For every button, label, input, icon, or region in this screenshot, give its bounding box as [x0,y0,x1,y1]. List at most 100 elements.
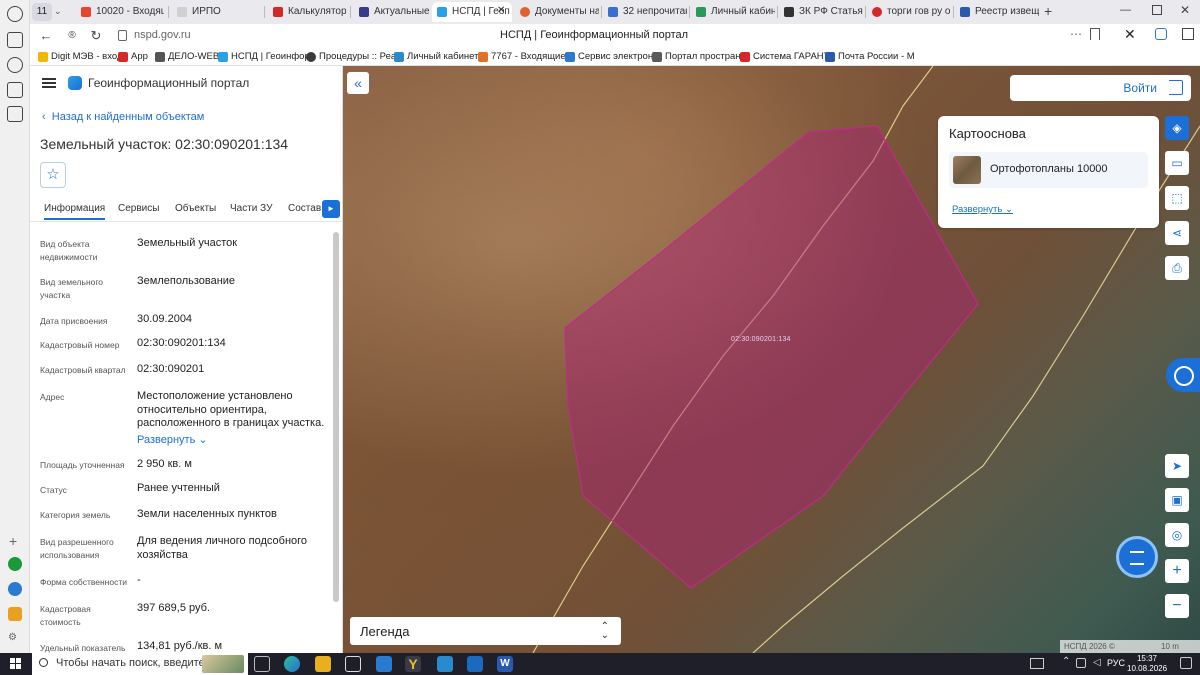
tab-parts[interactable]: Части ЗУ [230,203,272,214]
tab-3[interactable]: Актуальные зак [354,2,430,22]
reader-icon[interactable]: ® [64,28,80,44]
browser-sidebar: + ⚙ [0,0,30,653]
zoom-in-button[interactable]: + [1165,559,1189,583]
panel-scrollbar[interactable] [333,232,339,602]
favorite-star-icon[interactable]: ☆ [40,162,66,188]
task-view-icon[interactable] [254,656,270,672]
calendar-icon[interactable] [7,82,23,98]
bookmark-icon[interactable] [1090,28,1100,40]
taskbar-search[interactable]: Чтобы начать поиск, введите [32,653,248,675]
app-icon[interactable] [437,656,453,672]
network-icon[interactable] [1076,658,1086,668]
app-orange-icon[interactable] [8,607,22,621]
bookmark-icon [38,52,48,62]
collapse-panel-button[interactable]: « [347,72,369,94]
land-parcel-polygon[interactable] [564,125,979,589]
back-to-results-link[interactable]: ‹ Назад к найденным объектам [42,111,204,123]
app-blue-icon[interactable] [8,582,22,596]
bookmark-item[interactable]: 7767 - Входящие [478,49,566,64]
close-window-icon[interactable]: ✕ [1180,3,1190,17]
layers-tool-icon[interactable]: ◈ [1165,116,1189,140]
bookmark-item[interactable]: Процедуры :: Реа [306,49,396,64]
tab-objects[interactable]: Объекты [175,203,216,214]
map-view[interactable]: 02:30:090201:134 « Войти Картооснова Орт… [343,66,1200,653]
collections-icon[interactable] [7,32,23,48]
settings-icon[interactable]: ⚙ [8,632,22,646]
bookmark-item[interactable]: Digit МЭВ - вход [38,49,122,64]
login-button[interactable]: Войти [1010,75,1191,101]
apps-icon[interactable] [7,106,23,122]
tab-1[interactable]: ИРПО [172,2,260,22]
mail-icon[interactable] [376,656,392,672]
basemap-expand-link[interactable]: Развернуть ⌄ [952,204,1013,215]
tab-10[interactable]: Реестр извеще [955,2,1039,22]
store-icon[interactable] [345,656,361,672]
tab-9[interactable]: торги гов ру оф [867,2,951,22]
locate-me-icon[interactable]: ➤ [1165,454,1189,478]
word-icon[interactable]: W [497,656,513,672]
notifications-icon[interactable] [1180,657,1192,669]
tab-6[interactable]: 32 непрочитан [603,2,687,22]
minimize-icon[interactable]: — [1120,4,1131,16]
select-area-tool-icon[interactable]: ⬚ [1165,186,1189,210]
share-icon[interactable]: ⋖ [1165,221,1189,245]
history-icon[interactable] [7,6,23,22]
windows-start-icon[interactable] [10,658,22,670]
play-icon[interactable] [7,57,23,73]
menu-icon[interactable] [42,78,56,88]
chat-assistant-icon[interactable] [1116,536,1158,578]
system-clock[interactable]: 15:37 10.08.2026 [1127,654,1167,674]
zoom-out-button[interactable]: − [1165,594,1189,618]
basemap-option[interactable]: Ортофотопланы 10000 [949,152,1148,188]
file-explorer-icon[interactable] [315,656,331,672]
bookmark-item[interactable]: НСПД | Геоинфор [218,49,310,64]
field-label: Вид земельного участка [40,277,104,300]
bookmark-item[interactable]: Почта России - М [825,49,915,64]
print-icon[interactable]: ⎙ [1165,256,1189,280]
bookmark-item[interactable]: App [118,49,148,64]
bookmark-item[interactable]: ДЕЛО-WEB [155,49,219,64]
volume-icon[interactable]: ◁ [1093,657,1101,668]
refresh-icon[interactable]: ↻ [88,28,104,44]
keyboard-icon[interactable] [1030,658,1044,669]
tab-counter[interactable]: 11 [32,3,52,21]
tab-favicon [520,7,530,17]
tab-0[interactable]: 10020 - Входящи [76,2,164,22]
tab-2[interactable]: Калькулятор ра [268,2,346,22]
extension-icon[interactable]: ✕ [1124,26,1136,43]
tab-list-chevron-icon[interactable]: ⌄ [54,6,62,17]
expand-address-link[interactable]: Развернуть ⌄ [137,434,327,448]
new-tab-button[interactable]: + [1044,3,1052,19]
minimap-icon[interactable]: ▣ [1165,488,1189,512]
app-green-icon[interactable] [8,557,22,571]
tab-7[interactable]: Личный кабине [691,2,775,22]
bookmark-item[interactable]: Система ГАРАНТ [740,49,829,64]
close-tab-icon[interactable]: ✕ [497,5,505,16]
more-icon[interactable]: ⋯ [1070,27,1082,41]
legend-dropdown[interactable]: Легенда ⌃ ⌄ [350,617,621,645]
ruler-tool-icon[interactable]: ▭ [1165,151,1189,175]
compass-icon[interactable]: ◎ [1165,523,1189,547]
maximize-icon[interactable] [1152,5,1162,15]
bookmark-item[interactable]: Личный кабинет [394,49,478,64]
add-icon[interactable]: + [9,533,17,549]
feedback-icon[interactable] [1166,358,1200,392]
tab-5[interactable]: Документы на [515,2,599,22]
yandex-browser-icon[interactable]: Y [405,656,421,672]
back-arrow-icon[interactable]: ← [38,28,54,44]
downloads-icon[interactable] [1182,28,1194,40]
tab-composition[interactable]: Состав [288,203,321,214]
tabs-next-arrow-icon[interactable]: ► [322,200,340,218]
language-indicator[interactable]: РУС [1107,658,1125,668]
tray-chevron-icon[interactable]: ⌃ [1062,656,1070,667]
edge-browser-icon[interactable] [284,656,300,672]
url-field[interactable]: nspd.gov.ru [134,27,191,44]
profile-icon[interactable] [1155,28,1167,40]
tab-info[interactable]: Информация [44,203,106,220]
field-value: Ранее учтенный [137,482,220,494]
tab-8[interactable]: ЗК РФ Статья 1 [779,2,863,22]
bookmark-item[interactable]: Сервис электрон [565,49,653,64]
bookmark-item[interactable]: Портал простран [652,49,741,64]
tab-services[interactable]: Сервисы [118,203,159,214]
outlook-icon[interactable] [467,656,483,672]
